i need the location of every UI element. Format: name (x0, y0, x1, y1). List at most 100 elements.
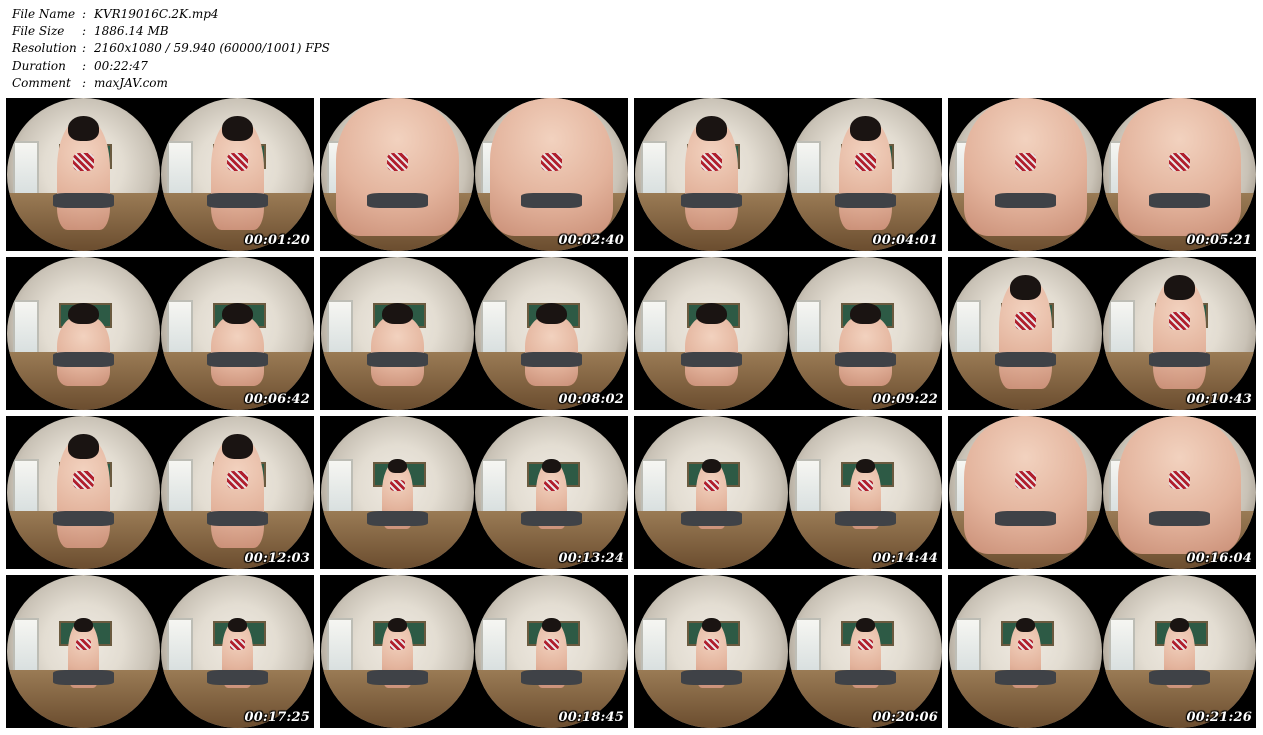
scene-window (13, 458, 39, 515)
video-thumbnail[interactable]: 00:06:42 (6, 257, 314, 410)
thumbnail-timestamp: 00:06:42 (244, 392, 310, 407)
comment-value: maxJAV.com (94, 75, 168, 90)
thumbnail-timestamp: 00:16:04 (1186, 551, 1252, 566)
scene-window (13, 299, 39, 356)
scene-window (795, 140, 821, 197)
video-thumbnail[interactable]: 00:04:01 (634, 98, 942, 251)
video-thumbnail[interactable]: 00:09:22 (634, 257, 942, 410)
vr-fisheye-view-left (321, 575, 474, 728)
scene-skirt (1148, 669, 1211, 686)
vr-fisheye-view-right (161, 416, 314, 569)
scene-skirt (994, 669, 1057, 686)
vr-fisheye-view-right (475, 98, 628, 251)
video-thumbnail[interactable]: 00:18:45 (320, 575, 628, 728)
vr-fisheye-view-left (949, 575, 1102, 728)
thumbnail-timestamp: 00:13:24 (558, 551, 624, 566)
scene-hair (850, 302, 881, 325)
video-thumbnail[interactable]: 00:17:25 (6, 575, 314, 728)
scene-tie (389, 480, 406, 491)
vr-fisheye-view-left (635, 98, 788, 251)
video-thumbnail[interactable]: 00:13:24 (320, 416, 628, 569)
scene-tie (72, 153, 95, 172)
comment-row: Comment : maxJAV.com (12, 75, 330, 92)
video-thumbnail[interactable]: 00:10:43 (948, 257, 1256, 410)
file-name-value: KVR19016C.2K.mp4 (94, 7, 219, 21)
scene-window (795, 617, 821, 674)
video-thumbnail[interactable]: 00:14:44 (634, 416, 942, 569)
scene-skirt (366, 510, 429, 527)
scene-hair (856, 617, 875, 632)
scene-skirt (834, 669, 897, 686)
scene-tie (543, 480, 560, 491)
vr-fisheye-view-right (475, 416, 628, 569)
file-info-panel: File Name : KVR19016C.2K.mp4 File Size :… (12, 6, 330, 92)
vr-fisheye-view-right (1103, 257, 1256, 410)
scene-skirt (994, 351, 1057, 368)
scene-skirt (680, 669, 743, 686)
scene-tie (1168, 153, 1191, 172)
vr-fisheye-view-left (949, 98, 1102, 251)
scene-window (641, 140, 667, 197)
scene-window (641, 617, 667, 674)
scene-window (1109, 299, 1135, 356)
scene-window (167, 299, 193, 356)
vr-fisheye-view-right (789, 257, 942, 410)
scene-hair (542, 617, 561, 632)
video-thumbnail[interactable]: 00:20:06 (634, 575, 942, 728)
scene-window (955, 299, 981, 356)
scene-skirt (834, 351, 897, 368)
scene-tie (386, 153, 409, 172)
separator: : (82, 58, 87, 73)
scene-window (641, 458, 667, 515)
scene-hair (74, 617, 93, 632)
scene-figure (839, 315, 892, 386)
video-thumbnail[interactable]: 00:02:40 (320, 98, 628, 251)
vr-fisheye-view-left (635, 575, 788, 728)
vr-fisheye-view-left (7, 416, 160, 569)
scene-tie (703, 480, 720, 491)
scene-tie (1168, 312, 1191, 331)
thumbnail-timestamp: 00:08:02 (558, 392, 624, 407)
scene-window (327, 458, 353, 515)
video-thumbnail[interactable]: 00:01:20 (6, 98, 314, 251)
scene-hair (702, 617, 721, 632)
vr-fisheye-view-right (161, 257, 314, 410)
video-thumbnail[interactable]: 00:05:21 (948, 98, 1256, 251)
scene-tie (1014, 471, 1037, 490)
scene-skirt (206, 669, 269, 686)
thumbnail-timestamp: 00:04:01 (872, 233, 938, 248)
vr-fisheye-view-left (635, 257, 788, 410)
scene-hair (222, 434, 253, 459)
scene-tie (540, 153, 563, 172)
thumbnail-timestamp: 00:05:21 (1186, 233, 1252, 248)
scene-skirt (206, 510, 269, 527)
video-thumbnail[interactable]: 00:21:26 (948, 575, 1256, 728)
scene-window (13, 140, 39, 197)
scene-tie (75, 639, 92, 650)
scene-hair (850, 116, 881, 141)
video-thumbnail[interactable]: 00:12:03 (6, 416, 314, 569)
video-thumbnail[interactable]: 00:08:02 (320, 257, 628, 410)
resolution-value: 2160x1080 / 59.940 (60000/1001) FPS (94, 41, 330, 56)
scene-skirt (994, 192, 1057, 209)
vr-fisheye-view-right (1103, 416, 1256, 569)
scene-window (327, 299, 353, 356)
scene-tie (229, 639, 246, 650)
file-size-value: 1886.14 MB (94, 24, 169, 39)
vr-fisheye-view-left (321, 98, 474, 251)
scene-window (955, 617, 981, 674)
scene-hair (388, 617, 407, 632)
scene-hair (68, 434, 99, 459)
scene-window (327, 617, 353, 674)
scene-tie (703, 639, 720, 650)
video-thumbnail[interactable]: 00:16:04 (948, 416, 1256, 569)
scene-tie (1014, 153, 1037, 172)
vr-fisheye-view-right (475, 575, 628, 728)
vr-fisheye-view-right (161, 98, 314, 251)
scene-tie (226, 153, 249, 172)
scene-window (481, 458, 507, 515)
thumbnail-timestamp: 00:12:03 (244, 551, 310, 566)
scene-tie (543, 639, 560, 650)
scene-figure (371, 315, 424, 386)
thumbnail-timestamp: 00:17:25 (244, 710, 310, 725)
